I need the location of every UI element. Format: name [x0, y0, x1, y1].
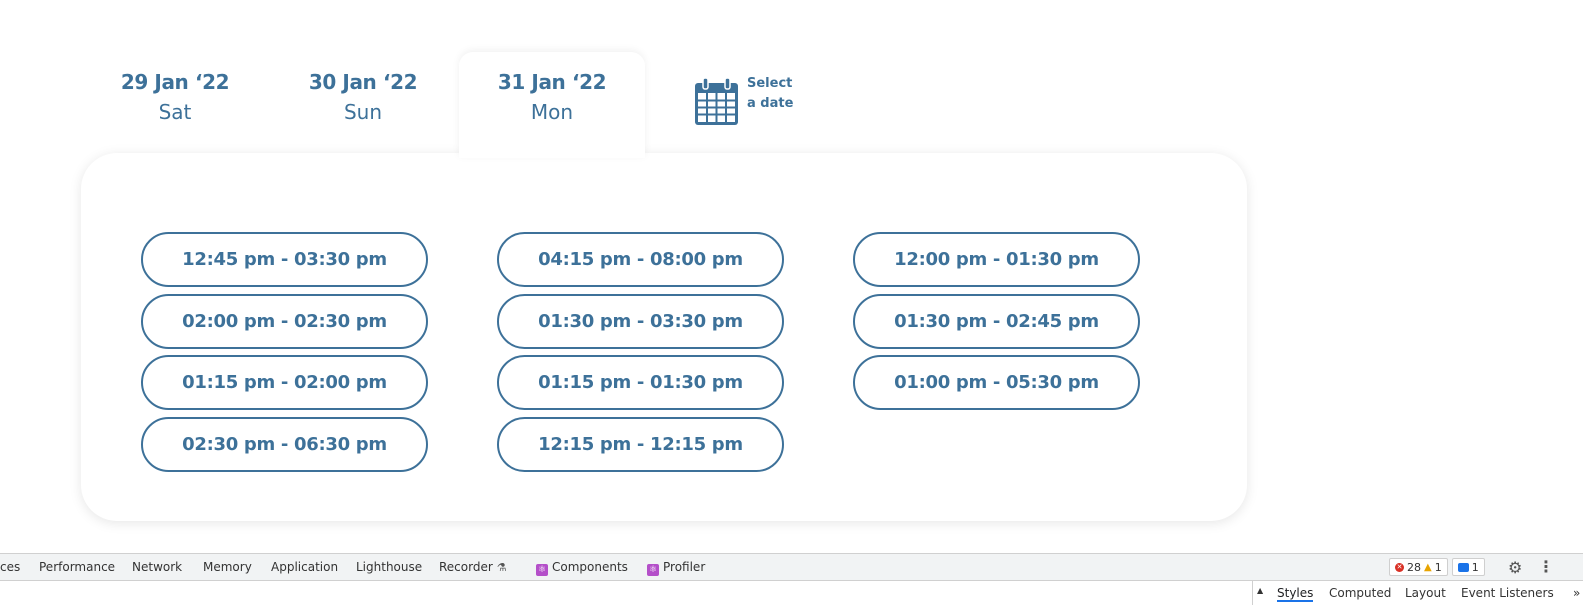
react-icon: ⚛	[536, 564, 548, 576]
slot-column-2: 04:15 pm - 08:00 pm 01:30 pm - 03:30 pm …	[497, 232, 784, 472]
time-slot-button[interactable]: 02:00 pm - 02:30 pm	[141, 293, 428, 349]
select-date-button[interactable]: Select a date	[694, 76, 795, 126]
devtools-tab-lighthouse[interactable]: Lighthouse	[356, 560, 422, 574]
recorder-label: Recorder	[439, 560, 493, 574]
devtools-tab-memory[interactable]: Memory	[203, 560, 252, 574]
devtools-tab-application[interactable]: Application	[271, 560, 338, 574]
collapse-arrow-icon[interactable]: ▲	[1257, 586, 1263, 595]
date-tab-day: Sat	[158, 100, 192, 124]
devtools-tab-sources[interactable]: ces	[0, 560, 20, 574]
flask-icon: ⚗	[496, 561, 507, 574]
devtools-tabbar: ces Performance Network Memory Applicati…	[0, 553, 1583, 581]
date-tab-day: Sun	[343, 100, 383, 124]
subtab-styles[interactable]: Styles	[1277, 586, 1314, 602]
time-slots-panel: 12:45 pm - 03:30 pm 02:00 pm - 02:30 pm …	[81, 153, 1247, 521]
time-slot-button[interactable]: 04:15 pm - 08:00 pm	[497, 232, 784, 287]
devtools-tab-profiler[interactable]: ⚛ Profiler	[647, 560, 705, 576]
slot-column-1: 12:45 pm - 03:30 pm 02:00 pm - 02:30 pm …	[141, 232, 428, 472]
profiler-label: Profiler	[663, 560, 706, 574]
more-options-icon[interactable]: ⋮	[1538, 557, 1554, 576]
time-slot-button[interactable]: 02:30 pm - 06:30 pm	[141, 416, 428, 472]
devtools-tab-network[interactable]: Network	[132, 560, 182, 574]
devtools-panel: ces Performance Network Memory Applicati…	[0, 553, 1583, 605]
subtab-layout[interactable]: Layout	[1405, 586, 1446, 600]
warning-icon: ▲	[1424, 561, 1432, 573]
date-tab-date: 29 Jan ‘22	[120, 70, 230, 94]
message-count: 1	[1471, 560, 1479, 574]
message-icon	[1457, 562, 1469, 572]
calendar-icon	[694, 76, 739, 126]
time-slot-button[interactable]: 01:15 pm - 01:30 pm	[497, 355, 784, 410]
messages-counter[interactable]: 1	[1451, 558, 1485, 576]
subtab-event-listeners[interactable]: Event Listeners	[1461, 586, 1554, 600]
date-tab-30-jan[interactable]: 30 Jan ‘22 Sun	[270, 52, 456, 158]
date-tab-date: 31 Jan ‘22	[497, 70, 607, 94]
errors-warnings-counter[interactable]: ✕ 28 ▲ 1	[1389, 558, 1448, 576]
date-tab-day: Mon	[530, 100, 574, 124]
react-icon: ⚛	[647, 564, 659, 576]
time-slot-button[interactable]: 01:30 pm - 02:45 pm	[853, 293, 1140, 349]
date-tab-31-jan-active[interactable]: 31 Jan ‘22 Mon	[459, 52, 645, 158]
date-tab-29-jan[interactable]: 29 Jan ‘22 Sat	[82, 52, 268, 158]
subtab-more-icon[interactable]: »	[1573, 586, 1580, 600]
error-count: 28	[1407, 560, 1421, 574]
devtools-issue-counters: ✕ 28 ▲ 1 1	[1389, 558, 1485, 576]
devtools-tab-components[interactable]: ⚛ Components	[536, 560, 628, 576]
components-label: Components	[552, 560, 628, 574]
page: 29 Jan ‘22 Sat 30 Jan ‘22 Sun 31 Jan ‘22…	[0, 0, 1583, 605]
time-slot-button[interactable]: 12:00 pm - 01:30 pm	[853, 232, 1140, 287]
time-slot-button[interactable]: 01:15 pm - 02:00 pm	[141, 355, 428, 410]
slot-column-3: 12:00 pm - 01:30 pm 01:30 pm - 02:45 pm …	[853, 232, 1140, 410]
time-slot-button[interactable]: 12:45 pm - 03:30 pm	[141, 232, 428, 287]
time-slot-button[interactable]: 01:00 pm - 05:30 pm	[853, 355, 1140, 410]
select-date-line1: Select	[747, 76, 793, 91]
subtab-computed[interactable]: Computed	[1329, 586, 1391, 600]
devtools-tab-performance[interactable]: Performance	[39, 560, 115, 574]
warning-count: 1	[1434, 560, 1442, 574]
devtools-styles-subbar: ▲ Styles Computed Layout Event Listeners…	[1252, 581, 1583, 605]
select-date-label: Select a date	[747, 74, 795, 114]
select-date-line2: a date	[747, 96, 794, 111]
time-slot-button[interactable]: 01:30 pm - 03:30 pm	[497, 293, 784, 349]
time-slot-button[interactable]: 12:15 pm - 12:15 pm	[497, 416, 784, 472]
error-icon: ✕	[1395, 562, 1404, 572]
gear-icon[interactable]: ⚙	[1508, 558, 1522, 577]
devtools-tab-recorder[interactable]: Recorder ⚗	[439, 560, 507, 574]
date-tab-date: 30 Jan ‘22	[308, 70, 418, 94]
